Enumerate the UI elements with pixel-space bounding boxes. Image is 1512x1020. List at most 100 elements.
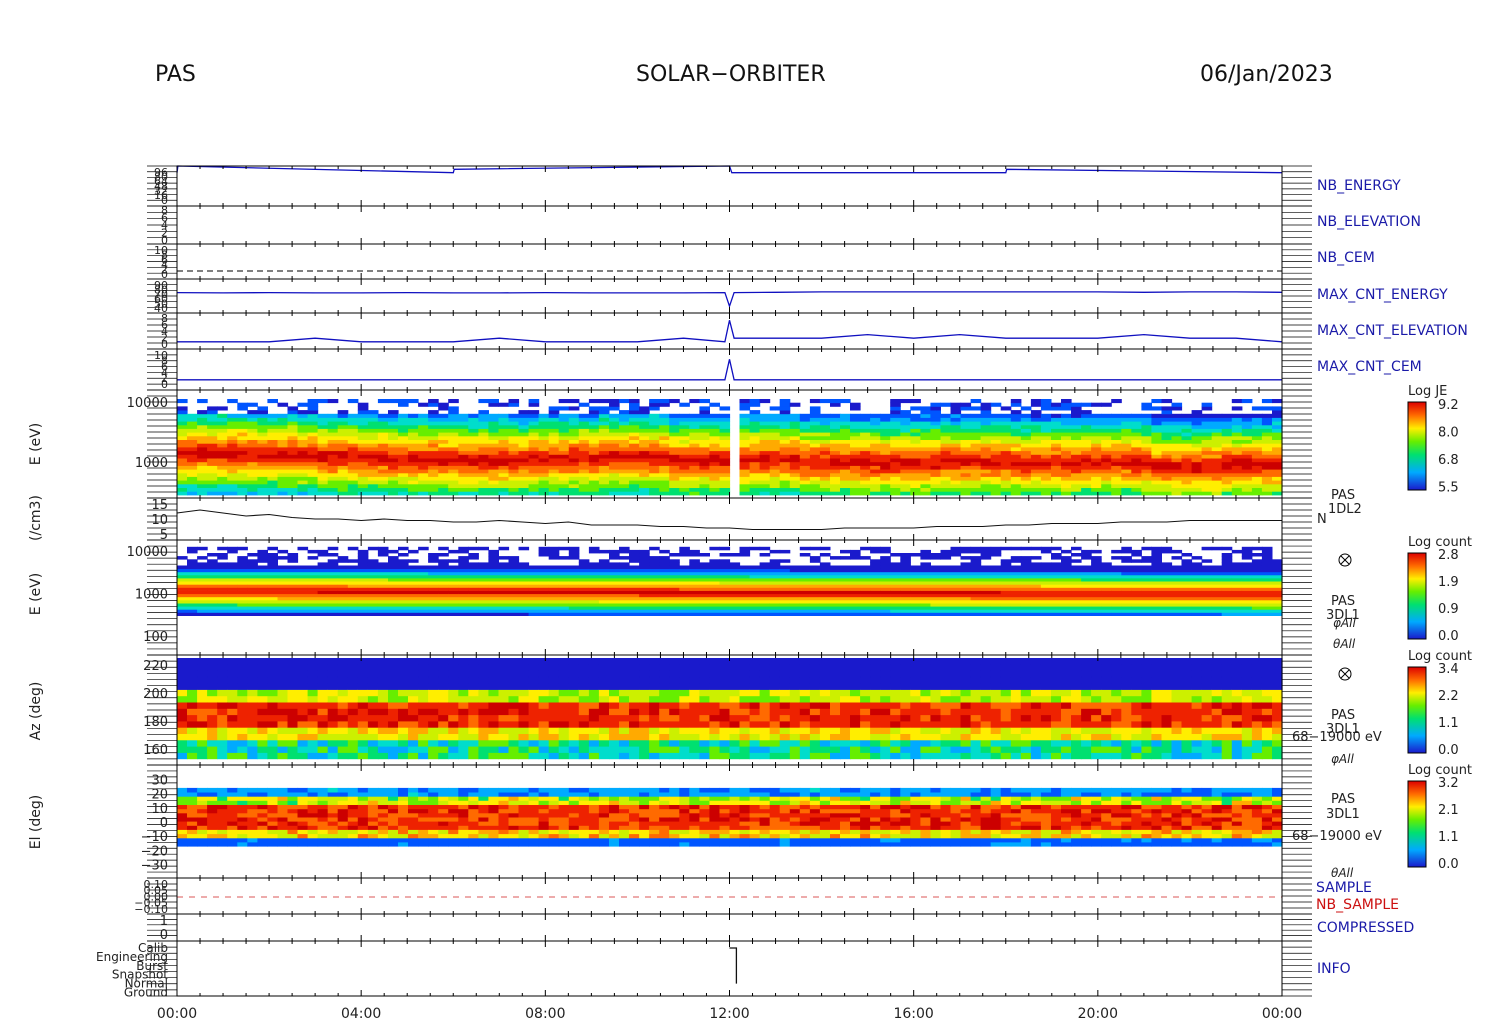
energy-spectrogram-cell [1261, 406, 1273, 411]
energy-spectrogram-cell [1241, 439, 1253, 444]
count-spectrogram-cell [679, 546, 690, 551]
energy-spectrogram-cell [749, 476, 761, 481]
count-spectrogram-cell [558, 565, 570, 569]
count-spectrogram-cell [598, 571, 610, 576]
energy-spectrogram-cell [689, 483, 700, 488]
energy-spectrogram-cell [1121, 432, 1132, 437]
count-spectrogram-cell [910, 553, 921, 557]
energy-spectrogram-cell [1101, 454, 1112, 459]
energy-spectrogram-cell [970, 432, 982, 437]
count-spectrogram-cell [458, 578, 469, 582]
count-spectrogram-cell [408, 559, 419, 563]
count-spectrogram-cell [377, 562, 389, 566]
energy-spectrogram-cell [649, 432, 660, 437]
energy-spectrogram-cell [629, 465, 640, 470]
energy-spectrogram-cell [1201, 476, 1213, 481]
count-spectrogram-cell [920, 590, 931, 595]
count-spectrogram-cell [588, 590, 600, 595]
azimuth-cell [197, 733, 208, 741]
azimuth-cell [177, 689, 188, 697]
count-spectrogram-cell [277, 600, 289, 604]
count-spectrogram-cell [970, 587, 982, 591]
energy-spectrogram-cell [568, 421, 580, 426]
count-spectrogram-cell [1201, 574, 1213, 579]
energy-spectrogram-cell [508, 483, 520, 488]
energy-spectrogram-cell [1171, 465, 1183, 470]
count-spectrogram-cell [749, 574, 761, 579]
energy-spectrogram-cell [508, 450, 520, 455]
energy-spectrogram-cell [588, 469, 600, 474]
energy-spectrogram-cell [207, 439, 218, 444]
count-spectrogram-cell [819, 568, 831, 573]
energy-spectrogram-cell [1131, 417, 1142, 422]
count-spectrogram-cell [1071, 565, 1082, 569]
count-spectrogram-cell [1040, 571, 1052, 576]
energy-spectrogram-cell [448, 450, 459, 455]
count-spectrogram-cell [699, 596, 710, 601]
count-spectrogram-cell [779, 559, 791, 563]
energy-spectrogram-cell [870, 417, 881, 422]
energy-spectrogram-cell [548, 454, 560, 459]
energy-spectrogram-cell [187, 458, 198, 463]
count-spectrogram-cell [458, 556, 469, 560]
count-spectrogram-cell [960, 546, 972, 551]
energy-spectrogram-cell [277, 447, 289, 452]
energy-spectrogram-cell [1071, 469, 1082, 474]
energy-spectrogram-cell [1272, 447, 1283, 452]
energy-spectrogram-cell [448, 483, 459, 488]
energy-spectrogram-cell [257, 487, 268, 492]
count-spectrogram-cell [538, 609, 550, 613]
energy-spectrogram-cell [860, 428, 871, 433]
energy-spectrogram-cell [488, 469, 499, 474]
count-spectrogram-cell [1231, 568, 1243, 573]
count-spectrogram-cell [769, 568, 781, 573]
azimuth-cell [277, 658, 289, 665]
count-spectrogram-cell [1101, 568, 1112, 573]
energy-spectrogram-cell [1191, 421, 1203, 426]
count-spectrogram-cell [237, 571, 248, 576]
count-spectrogram-cell [609, 587, 620, 591]
energy-spectrogram-cell [1161, 491, 1173, 496]
count-spectrogram-cell [669, 600, 680, 604]
energy-spectrogram-cell [699, 476, 710, 481]
energy-spectrogram-cell [347, 399, 359, 404]
energy-spectrogram-cell [679, 439, 690, 444]
count-spectrogram-cell [900, 553, 911, 557]
energy-spectrogram-cell [588, 447, 600, 452]
count-spectrogram-cell [398, 600, 409, 604]
energy-spectrogram-cell [307, 424, 319, 429]
energy-spectrogram-cell [960, 480, 972, 485]
energy-spectrogram-cell [1151, 424, 1162, 429]
count-spectrogram-cell [709, 587, 720, 591]
count-spectrogram-cell [518, 609, 530, 613]
azimuth-cell [307, 664, 319, 671]
energy-spectrogram-cell [1051, 458, 1062, 463]
energy-spectrogram-cell [1061, 447, 1072, 452]
count-spectrogram-cell [779, 565, 791, 569]
energy-spectrogram-cell [187, 413, 198, 418]
count-spectrogram-cell [1241, 590, 1253, 595]
energy-spectrogram-cell [769, 406, 781, 411]
energy-spectrogram-cell [357, 439, 369, 444]
energy-spectrogram-cell [377, 465, 389, 470]
count-spectrogram-cell [1071, 590, 1082, 595]
energy-spectrogram-cell [568, 447, 580, 452]
energy-spectrogram-cell [388, 399, 399, 404]
energy-spectrogram-cell [799, 450, 811, 455]
energy-spectrogram-cell [840, 447, 851, 452]
energy-spectrogram-cell [1000, 432, 1012, 437]
count-spectrogram-cell [749, 578, 761, 582]
energy-spectrogram-cell [1040, 399, 1052, 404]
count-spectrogram-cell [1081, 568, 1092, 573]
energy-spectrogram-cell [377, 487, 389, 492]
energy-spectrogram-cell [659, 402, 670, 407]
count-spectrogram-cell [428, 568, 439, 573]
energy-spectrogram-cell [337, 410, 349, 415]
energy-spectrogram-cell [187, 480, 198, 485]
azimuth-cell [357, 658, 369, 665]
energy-spectrogram-cell [799, 439, 811, 444]
energy-spectrogram-cell [508, 465, 520, 470]
count-spectrogram-cell [237, 556, 248, 560]
count-spectrogram-cell [1000, 574, 1012, 579]
energy-spectrogram-cell [558, 417, 570, 422]
